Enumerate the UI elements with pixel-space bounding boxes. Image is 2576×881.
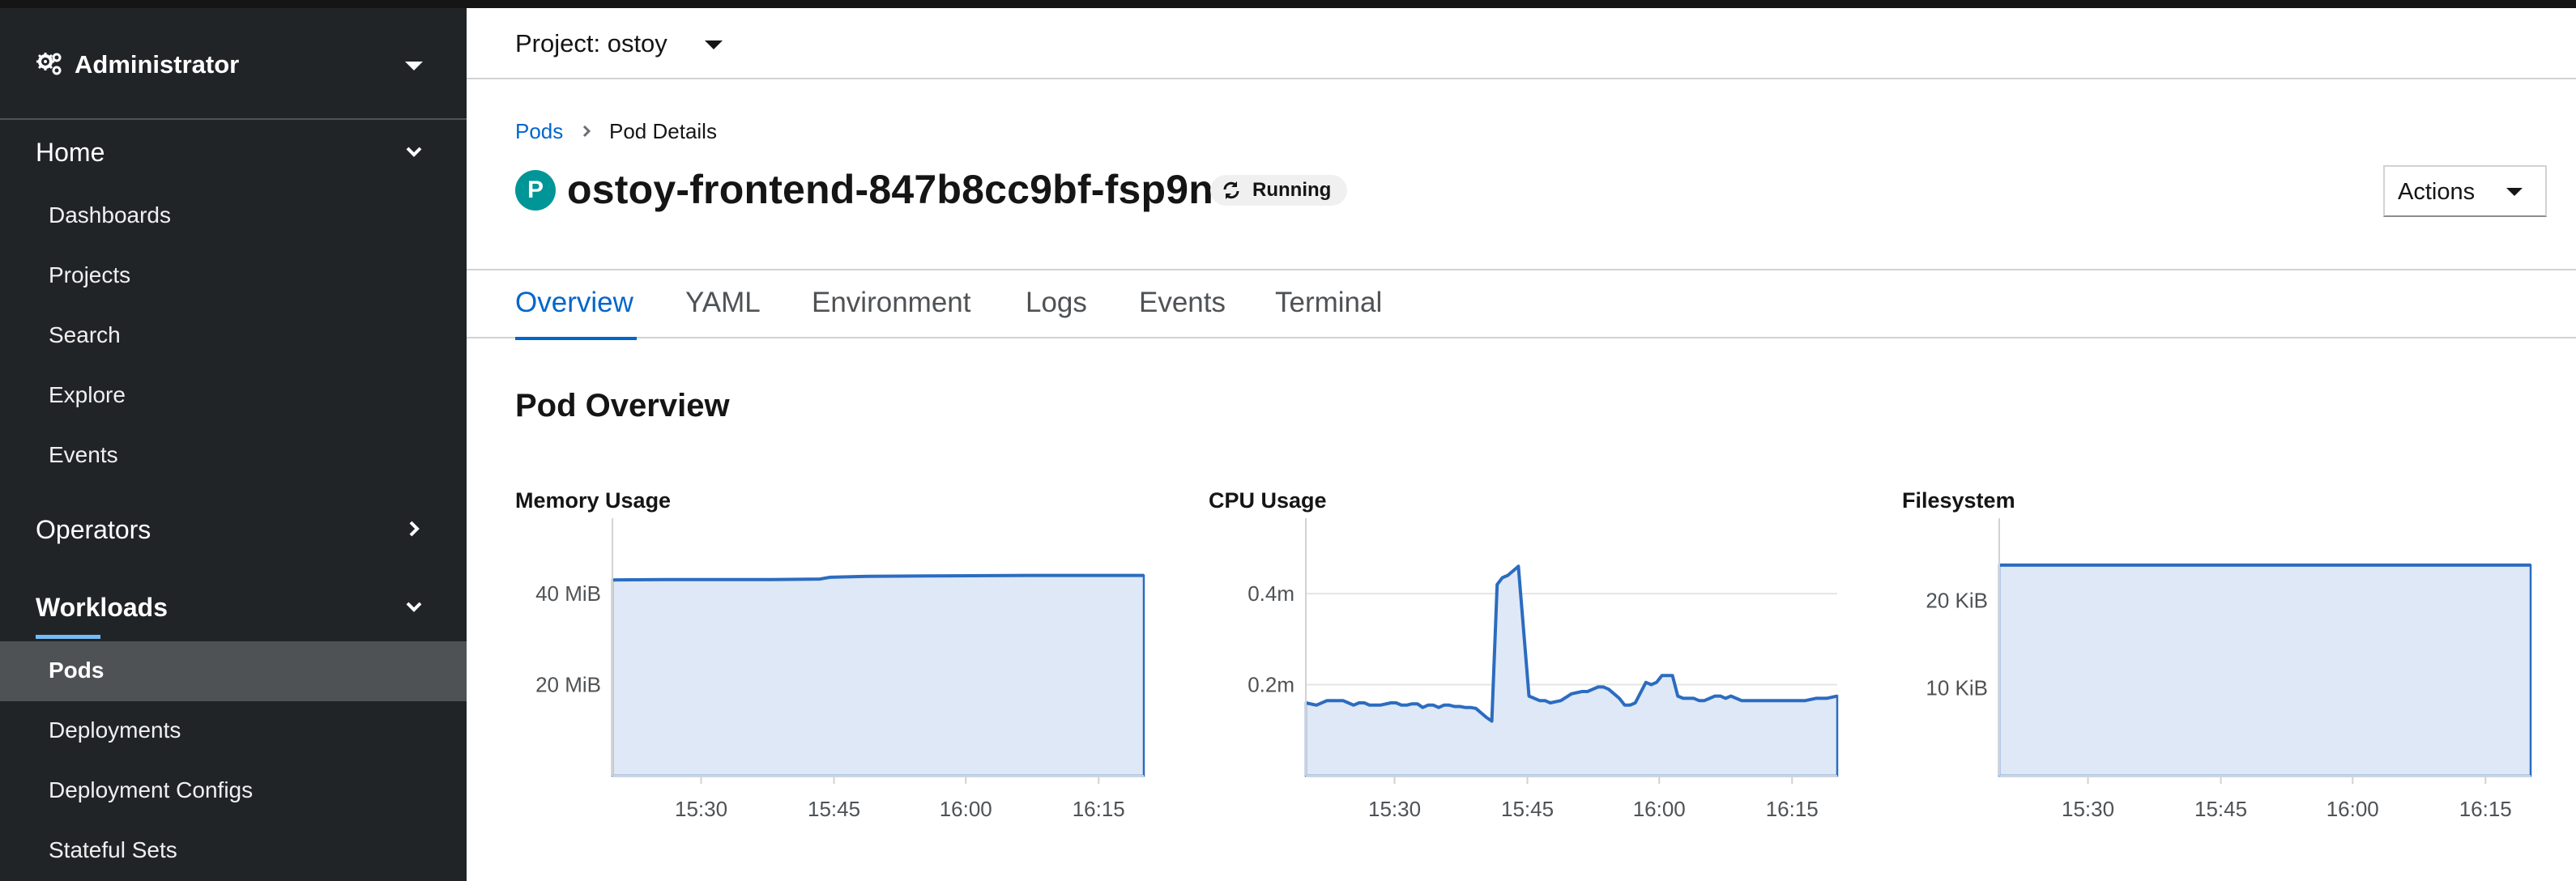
memory-usage-chart: 20 MiB 40 MiB 15:30 15:45 16:00 16:15 [535,518,1145,821]
nav-section-operators[interactable]: Operators [36,513,151,546]
filesystem-chart-title: Filesystem [1902,488,2015,513]
y-tick-label: 0.2m [1247,673,1294,697]
sidebar-item-deployment-configs[interactable]: Deployment Configs [49,776,253,805]
x-tick-label: 16:00 [1633,797,1686,821]
status-badge: Running [1210,175,1348,206]
perspective-label: Administrator [75,50,240,79]
sidebar-item-projects[interactable]: Projects [49,261,130,290]
active-section-indicator [36,635,100,639]
main-content: Project: ostoy Pods Pod Details P ostoy-… [467,8,2576,881]
pod-resource-badge: P [515,170,556,211]
nav-section-workloads[interactable]: Workloads [36,591,168,624]
tab-environment[interactable]: Environment [812,285,970,321]
sidebar-item-explore[interactable]: Explore [49,381,126,410]
x-tick-label: 15:45 [2194,797,2247,821]
caret-down-icon[interactable] [705,40,723,49]
sync-icon [1223,181,1239,199]
tab-bar: Overview YAML Environment Logs Events Te… [467,269,2576,340]
tab-overview[interactable]: Overview [515,285,633,321]
nav-section-home[interactable]: Home [36,136,104,168]
y-tick-label: 40 MiB [535,581,601,606]
status-label: Running [1252,179,1332,201]
project-selector[interactable]: Project: ostoy [515,28,667,60]
cogs-icon [36,53,62,75]
project-bar: Project: ostoy [467,8,2576,79]
caret-down-icon [405,62,423,70]
series-area [1998,564,2532,777]
x-tick-label: 16:00 [2327,797,2379,821]
chevron-right-icon [409,521,420,537]
x-tick-label: 16:15 [2459,797,2512,821]
x-tick-label: 15:45 [808,797,860,821]
x-tick-label: 16:00 [940,797,992,821]
sidebar-item-stateful-sets[interactable]: Stateful Sets [49,836,177,865]
series-area [611,574,1145,777]
x-tick-label: 16:15 [1766,797,1819,821]
sidebar-item-pods[interactable]: Pods [49,656,104,685]
memory-chart-title: Memory Usage [515,488,672,513]
chevron-right-icon [582,125,591,138]
sidebar: Administrator Home Dashboards Projects S… [0,8,467,881]
actions-dropdown[interactable]: Actions [2383,165,2547,217]
sidebar-item-search[interactable]: Search [49,321,121,350]
section-title: Pod Overview [515,388,730,423]
x-tick-label: 15:30 [2062,797,2114,821]
breadcrumb-current: Pod Details [609,119,717,143]
x-tick-label: 16:15 [1073,797,1125,821]
x-tick-label: 15:30 [675,797,727,821]
tab-events[interactable]: Events [1139,285,1226,321]
tab-terminal[interactable]: Terminal [1275,285,1382,321]
y-tick-label: 10 KiB [1926,676,1988,700]
filesystem-chart: 10 KiB 20 KiB 15:30 15:45 16:00 16:15 [1926,518,2532,821]
tab-yaml[interactable]: YAML [685,285,761,321]
breadcrumb-pods-link[interactable]: Pods [515,118,563,144]
y-tick-label: 0.4m [1247,581,1294,606]
y-tick-label: 20 KiB [1926,588,1988,612]
cpu-chart-title: CPU Usage [1209,488,1327,513]
series-area [1304,564,1839,777]
sidebar-item-events[interactable]: Events [49,440,118,470]
chevron-down-icon [406,147,422,157]
y-tick-label: 20 MiB [535,673,601,697]
sidebar-item-deployments[interactable]: Deployments [49,716,181,745]
cpu-usage-chart: 0.2m 0.4m 15:30 15:45 16:00 16:15 [1247,518,1839,821]
caret-down-icon [2506,188,2523,196]
x-tick-label: 15:45 [1501,797,1554,821]
chevron-down-icon [406,602,422,612]
perspective-switcher[interactable]: Administrator [0,8,467,120]
x-tick-label: 15:30 [1368,797,1421,821]
sidebar-item-dashboards[interactable]: Dashboards [49,201,171,230]
masthead-strip [0,0,2576,8]
page-title: ostoy-frontend-847b8cc9bf-fsp9n [567,167,1213,212]
tab-logs[interactable]: Logs [1026,285,1087,321]
active-tab-indicator [515,337,637,340]
actions-label: Actions [2398,179,2476,205]
